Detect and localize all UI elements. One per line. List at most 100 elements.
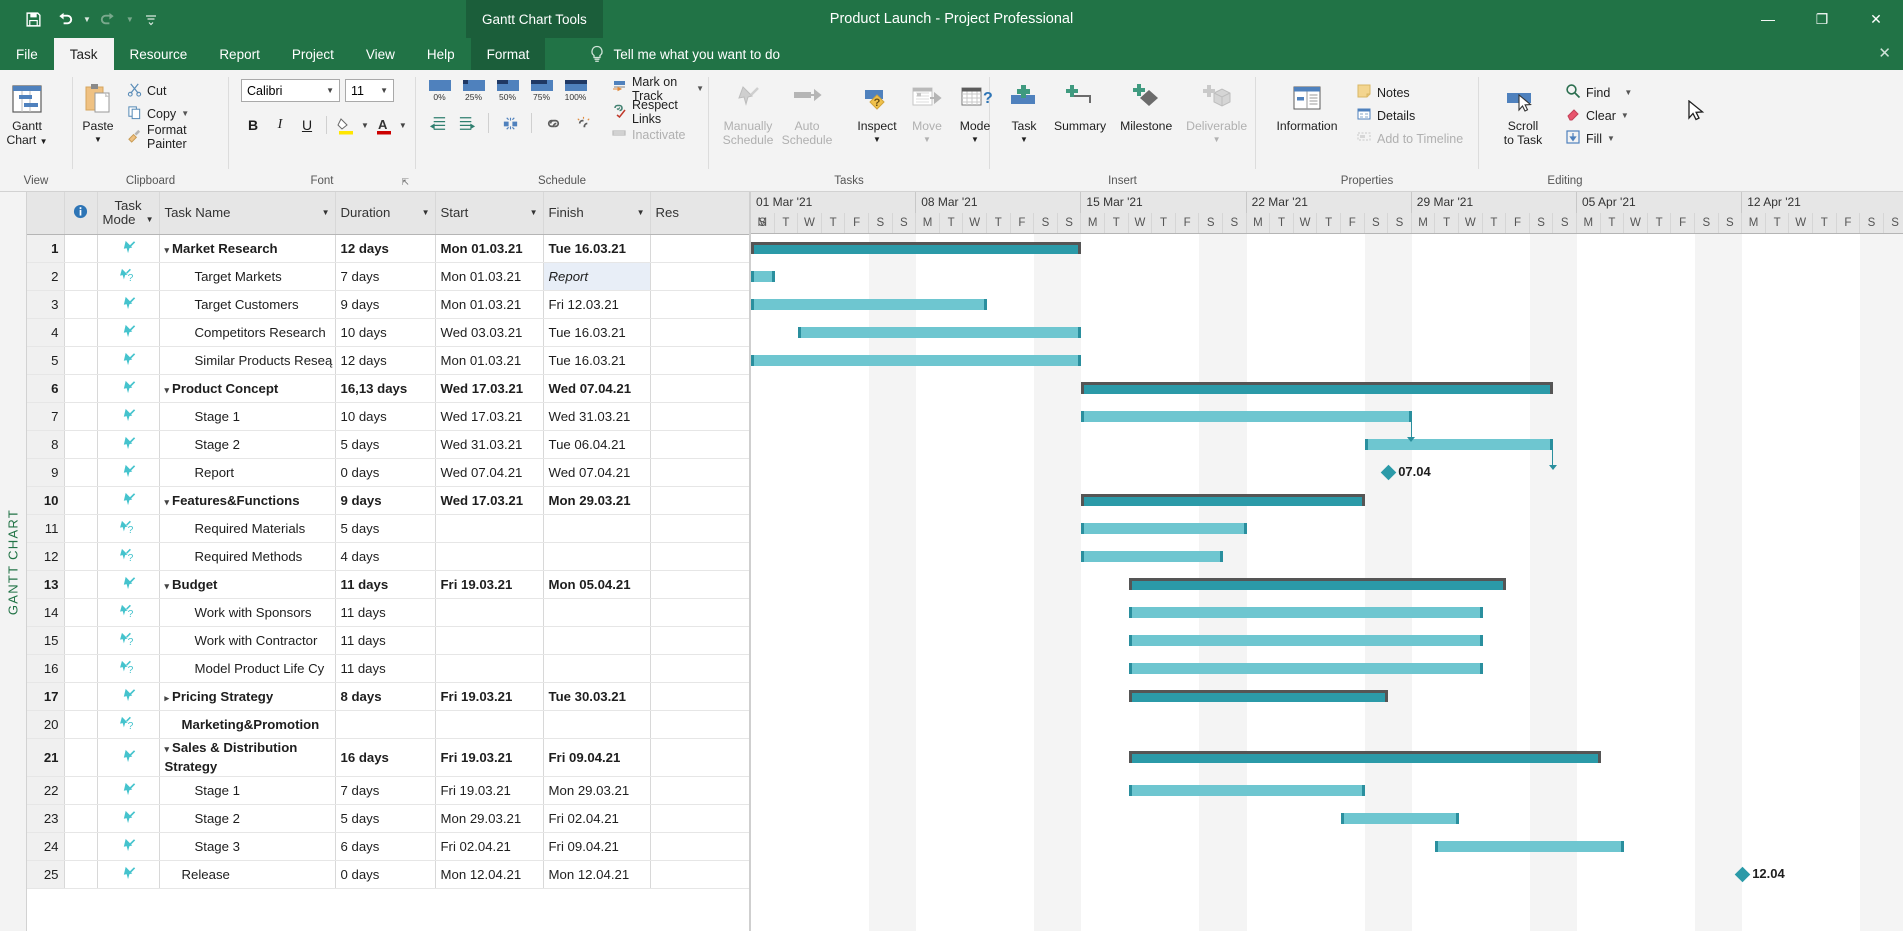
auto-scheduled-pin-icon[interactable] bbox=[97, 290, 159, 318]
row-indicator-cell[interactable] bbox=[64, 262, 97, 290]
start-cell[interactable]: Mon 01.03.21 bbox=[435, 234, 543, 262]
duration-cell[interactable]: 11 days bbox=[335, 626, 435, 654]
table-row[interactable]: 15?Work with Contractor11 days bbox=[27, 626, 749, 654]
col-header-resource[interactable]: Res bbox=[650, 192, 749, 234]
col-header-start[interactable]: Start▼ bbox=[435, 192, 543, 234]
filter-dropdown-icon[interactable]: ▼ bbox=[146, 213, 154, 227]
collapse-triangle-icon[interactable]: ▾ bbox=[165, 497, 170, 508]
duration-cell[interactable]: 5 days bbox=[335, 514, 435, 542]
row-number[interactable]: 23 bbox=[27, 804, 64, 832]
table-row[interactable]: 8Stage 25 daysWed 31.03.21Tue 06.04.21 bbox=[27, 430, 749, 458]
start-cell[interactable] bbox=[435, 514, 543, 542]
resource-cell[interactable] bbox=[650, 654, 749, 682]
task-name-cell[interactable]: Work with Sponsors bbox=[159, 598, 335, 626]
find-button[interactable]: Find ▼ bbox=[1561, 81, 1636, 104]
undo-icon[interactable] bbox=[50, 6, 80, 32]
duration-cell[interactable]: 16 days bbox=[335, 738, 435, 776]
auto-scheduled-pin-icon[interactable] bbox=[97, 374, 159, 402]
tab-report[interactable]: Report bbox=[203, 38, 276, 70]
row-number[interactable]: 9 bbox=[27, 458, 64, 486]
task-bar[interactable] bbox=[798, 327, 1081, 338]
mark-on-track-caret[interactable]: ▼ bbox=[696, 84, 704, 93]
tell-me-box[interactable]: Tell me what you want to do bbox=[589, 38, 780, 70]
tab-file[interactable]: File bbox=[0, 38, 54, 70]
duration-cell[interactable]: 10 days bbox=[335, 402, 435, 430]
duration-cell[interactable]: 9 days bbox=[335, 486, 435, 514]
auto-scheduled-pin-icon[interactable] bbox=[97, 346, 159, 374]
row-number[interactable]: 4 bbox=[27, 318, 64, 346]
row-number[interactable]: 1 bbox=[27, 234, 64, 262]
finish-cell[interactable]: Wed 07.04.21 bbox=[543, 374, 650, 402]
fill-caret[interactable]: ▼ bbox=[1607, 134, 1615, 143]
split-task-button[interactable] bbox=[498, 111, 522, 135]
resource-cell[interactable] bbox=[650, 570, 749, 598]
duration-cell[interactable]: 11 days bbox=[335, 598, 435, 626]
finish-cell[interactable] bbox=[543, 542, 650, 570]
tab-view[interactable]: View bbox=[350, 38, 411, 70]
start-cell[interactable]: Wed 17.03.21 bbox=[435, 402, 543, 430]
auto-scheduled-pin-icon[interactable] bbox=[97, 776, 159, 804]
collapse-triangle-icon[interactable]: ▾ bbox=[165, 245, 170, 256]
resource-cell[interactable] bbox=[650, 804, 749, 832]
customize-qat-icon[interactable] bbox=[136, 6, 166, 32]
find-caret[interactable]: ▼ bbox=[1624, 88, 1632, 97]
mode-caret[interactable]: ▼ bbox=[971, 133, 979, 147]
duration-cell[interactable] bbox=[335, 710, 435, 738]
task-name-cell[interactable]: Work with Contractor bbox=[159, 626, 335, 654]
manually-scheduled-icon[interactable]: ? bbox=[97, 542, 159, 570]
finish-cell[interactable]: Mon 05.04.21 bbox=[543, 570, 650, 598]
task-bar[interactable] bbox=[751, 299, 987, 310]
manually-scheduled-icon[interactable]: ? bbox=[97, 626, 159, 654]
start-cell[interactable] bbox=[435, 654, 543, 682]
task-table-pane[interactable]: Task Mode ▼ Task Name▼ Duration▼ bbox=[27, 192, 749, 931]
table-row[interactable]: 22Stage 17 daysFri 19.03.21Mon 29.03.21 bbox=[27, 776, 749, 804]
auto-scheduled-pin-icon[interactable] bbox=[97, 402, 159, 430]
auto-scheduled-pin-icon[interactable] bbox=[97, 804, 159, 832]
start-cell[interactable] bbox=[435, 542, 543, 570]
table-row[interactable]: 25Release0 daysMon 12.04.21Mon 12.04.21 bbox=[27, 860, 749, 888]
finish-cell[interactable]: Mon 29.03.21 bbox=[543, 776, 650, 804]
table-row[interactable]: 10▾Features&Functions9 daysWed 17.03.21M… bbox=[27, 486, 749, 514]
task-name-cell[interactable]: Target Customers bbox=[159, 290, 335, 318]
copy-caret[interactable]: ▼ bbox=[181, 109, 189, 118]
finish-cell[interactable]: Tue 16.03.21 bbox=[543, 318, 650, 346]
insert-summary-button[interactable]: Summary bbox=[1048, 75, 1112, 133]
finish-cell[interactable]: Fri 09.04.21 bbox=[543, 832, 650, 860]
resource-cell[interactable] bbox=[650, 374, 749, 402]
background-color-button[interactable] bbox=[334, 113, 358, 137]
finish-cell[interactable]: Wed 31.03.21 bbox=[543, 402, 650, 430]
outdent-task-button[interactable] bbox=[425, 111, 449, 135]
auto-scheduled-pin-icon[interactable] bbox=[97, 738, 159, 776]
bold-button[interactable]: B bbox=[241, 113, 265, 137]
row-indicator-cell[interactable] bbox=[64, 804, 97, 832]
row-number[interactable]: 2 bbox=[27, 262, 64, 290]
paste-caret[interactable]: ▼ bbox=[94, 133, 102, 147]
resource-cell[interactable] bbox=[650, 598, 749, 626]
finish-cell[interactable]: Tue 16.03.21 bbox=[543, 234, 650, 262]
tab-format[interactable]: Format bbox=[471, 38, 546, 70]
task-name-cell[interactable]: Stage 2 bbox=[159, 804, 335, 832]
resource-cell[interactable] bbox=[650, 542, 749, 570]
resource-cell[interactable] bbox=[650, 346, 749, 374]
task-name-cell[interactable]: Stage 1 bbox=[159, 776, 335, 804]
finish-cell[interactable]: Report bbox=[543, 262, 650, 290]
task-name-cell[interactable]: ▾Features&Functions bbox=[159, 486, 335, 514]
row-indicator-cell[interactable] bbox=[64, 374, 97, 402]
unlink-tasks-button[interactable] bbox=[571, 111, 595, 135]
row-indicator-cell[interactable] bbox=[64, 318, 97, 346]
col-header-finish[interactable]: Finish▼ bbox=[543, 192, 650, 234]
start-cell[interactable]: Wed 17.03.21 bbox=[435, 486, 543, 514]
duration-cell[interactable]: 12 days bbox=[335, 234, 435, 262]
start-cell[interactable]: Fri 19.03.21 bbox=[435, 570, 543, 598]
table-row[interactable]: 11?Required Materials5 days bbox=[27, 514, 749, 542]
respect-links-button[interactable]: Respect Links bbox=[607, 100, 708, 123]
table-row[interactable]: 12?Required Methods4 days bbox=[27, 542, 749, 570]
duration-cell[interactable]: 11 days bbox=[335, 654, 435, 682]
link-tasks-button[interactable] bbox=[541, 111, 565, 135]
collapse-triangle-icon[interactable]: ▾ bbox=[165, 741, 170, 758]
duration-cell[interactable]: 0 days bbox=[335, 860, 435, 888]
font-dialog-launcher-icon[interactable]: ⇱ bbox=[401, 175, 409, 190]
table-row[interactable]: 4Competitors Research10 daysWed 03.03.21… bbox=[27, 318, 749, 346]
task-name-cell[interactable]: ▾Market Research bbox=[159, 234, 335, 262]
start-cell[interactable]: Wed 07.04.21 bbox=[435, 458, 543, 486]
